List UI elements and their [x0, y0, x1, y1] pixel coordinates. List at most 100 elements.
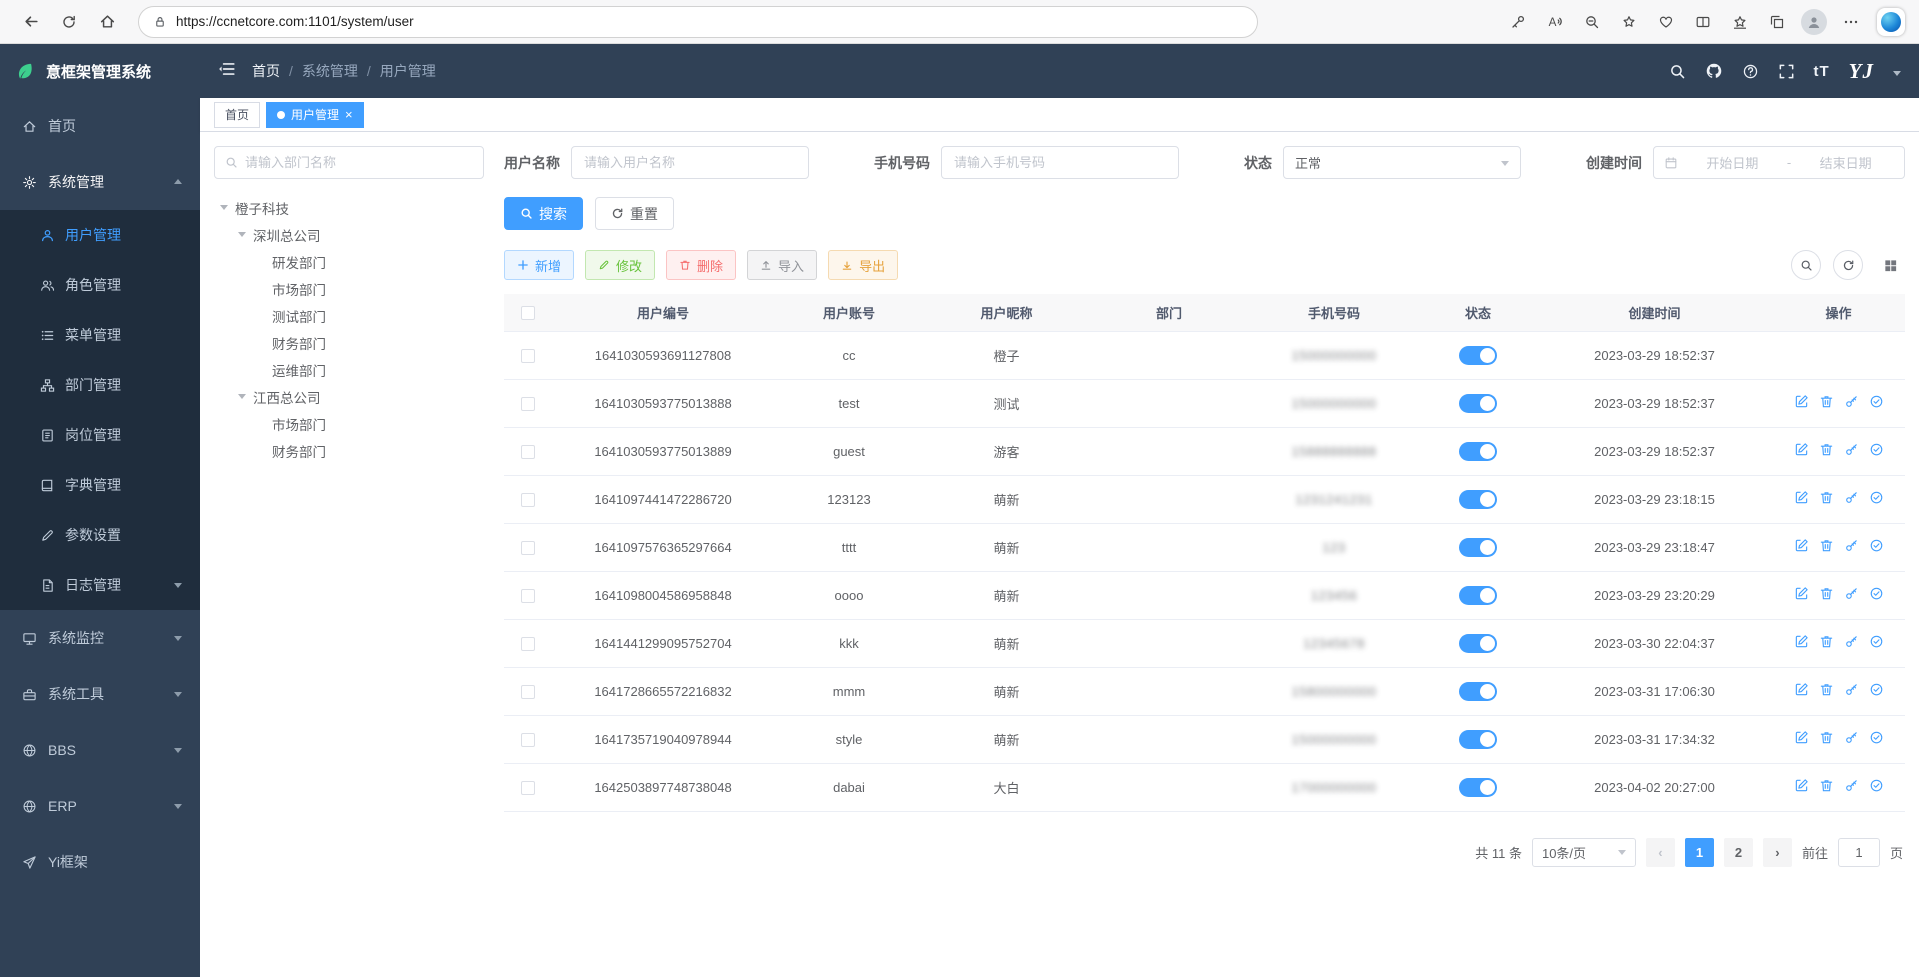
- browser-refresh-button[interactable]: [52, 6, 86, 38]
- tree-node[interactable]: 研发部门: [214, 248, 484, 275]
- sidebar-item-dept-mgmt[interactable]: 部门管理: [0, 360, 200, 410]
- tree-node[interactable]: 深圳总公司: [214, 221, 484, 248]
- user-dropdown-caret-icon[interactable]: [1893, 71, 1901, 80]
- delete-button[interactable]: 删除: [666, 250, 736, 280]
- sidebar-item-tools[interactable]: 系统工具: [0, 666, 200, 722]
- edit-button[interactable]: 修改: [585, 250, 655, 280]
- sidebar-item-erp[interactable]: ERP: [0, 778, 200, 834]
- toggle-search-button[interactable]: [1791, 250, 1821, 280]
- browser-essentials-icon[interactable]: [1649, 6, 1683, 38]
- row-checkbox[interactable]: [521, 685, 535, 699]
- row-edit-button[interactable]: [1794, 682, 1809, 697]
- row-delete-button[interactable]: [1819, 394, 1834, 409]
- tab-user-mgmt[interactable]: 用户管理 ×: [266, 102, 364, 128]
- caret-down-icon[interactable]: [238, 394, 246, 399]
- breadcrumb-item-system[interactable]: 系统管理: [302, 61, 358, 81]
- row-checkbox[interactable]: [521, 397, 535, 411]
- row-reset-password-button[interactable]: [1844, 442, 1859, 457]
- status-toggle[interactable]: [1459, 538, 1497, 557]
- split-screen-icon[interactable]: [1686, 6, 1720, 38]
- row-assign-role-button[interactable]: [1869, 730, 1884, 745]
- column-settings-button[interactable]: [1875, 250, 1905, 280]
- row-edit-button[interactable]: [1794, 634, 1809, 649]
- row-delete-button[interactable]: [1819, 586, 1834, 601]
- row-reset-password-button[interactable]: [1844, 490, 1859, 505]
- row-delete-button[interactable]: [1819, 778, 1834, 793]
- tree-node[interactable]: 市场部门: [214, 275, 484, 302]
- page-button-2[interactable]: 2: [1724, 838, 1753, 867]
- browser-back-button[interactable]: [14, 6, 48, 38]
- sidebar-item-system[interactable]: 系统管理: [0, 154, 200, 210]
- row-assign-role-button[interactable]: [1869, 586, 1884, 601]
- favorites-icon[interactable]: [1612, 6, 1646, 38]
- tree-node[interactable]: 运维部门: [214, 356, 484, 383]
- row-reset-password-button[interactable]: [1844, 682, 1859, 697]
- date-range-picker[interactable]: 开始日期 - 结束日期: [1653, 146, 1905, 179]
- prev-page-button[interactable]: ‹: [1646, 838, 1675, 867]
- phone-input[interactable]: [941, 146, 1179, 179]
- status-toggle[interactable]: [1459, 586, 1497, 605]
- row-delete-button[interactable]: [1819, 538, 1834, 553]
- sidebar-item-user-mgmt[interactable]: 用户管理: [0, 210, 200, 260]
- row-reset-password-button[interactable]: [1844, 586, 1859, 601]
- tree-node[interactable]: 财务部门: [214, 437, 484, 464]
- row-assign-role-button[interactable]: [1869, 682, 1884, 697]
- user-logo[interactable]: YJ: [1849, 59, 1874, 84]
- sidebar-toggle[interactable]: [218, 60, 236, 83]
- sidebar-item-bbs[interactable]: BBS: [0, 722, 200, 778]
- zoom-icon[interactable]: [1575, 6, 1609, 38]
- row-edit-button[interactable]: [1794, 490, 1809, 505]
- breadcrumb-item-home[interactable]: 首页: [252, 61, 280, 81]
- row-edit-button[interactable]: [1794, 730, 1809, 745]
- profile-avatar[interactable]: [1797, 6, 1831, 38]
- tree-node[interactable]: 财务部门: [214, 329, 484, 356]
- search-button[interactable]: 搜索: [504, 197, 583, 230]
- row-checkbox[interactable]: [521, 781, 535, 795]
- status-toggle[interactable]: [1459, 490, 1497, 509]
- github-icon[interactable]: [1705, 62, 1723, 80]
- row-edit-button[interactable]: [1794, 538, 1809, 553]
- status-toggle[interactable]: [1459, 682, 1497, 701]
- sidebar-item-yi-framework[interactable]: Yi框架: [0, 834, 200, 890]
- page-button-1[interactable]: 1: [1685, 838, 1714, 867]
- select-all-checkbox[interactable]: [521, 306, 535, 320]
- browser-more-icon[interactable]: [1834, 6, 1868, 38]
- sidebar-item-home[interactable]: 首页: [0, 98, 200, 154]
- refresh-list-button[interactable]: [1833, 250, 1863, 280]
- status-toggle[interactable]: [1459, 634, 1497, 653]
- row-reset-password-button[interactable]: [1844, 634, 1859, 649]
- address-bar[interactable]: https://ccnetcore.com:1101/system/user: [138, 6, 1258, 38]
- caret-down-icon[interactable]: [238, 232, 246, 237]
- reset-button[interactable]: 重置: [595, 197, 674, 230]
- next-page-button[interactable]: ›: [1763, 838, 1792, 867]
- row-edit-button[interactable]: [1794, 442, 1809, 457]
- row-edit-button[interactable]: [1794, 586, 1809, 601]
- read-aloud-icon[interactable]: A: [1538, 6, 1572, 38]
- dept-search-input[interactable]: [245, 155, 473, 170]
- row-assign-role-button[interactable]: [1869, 394, 1884, 409]
- row-delete-button[interactable]: [1819, 730, 1834, 745]
- copilot-bing-icon[interactable]: [1877, 8, 1905, 36]
- fullscreen-icon[interactable]: [1778, 63, 1795, 80]
- row-edit-button[interactable]: [1794, 394, 1809, 409]
- password-key-icon[interactable]: [1501, 6, 1535, 38]
- row-assign-role-button[interactable]: [1869, 538, 1884, 553]
- row-reset-password-button[interactable]: [1844, 778, 1859, 793]
- sidebar-item-menu-mgmt[interactable]: 菜单管理: [0, 310, 200, 360]
- row-delete-button[interactable]: [1819, 682, 1834, 697]
- username-input[interactable]: [571, 146, 809, 179]
- sidebar-item-role-mgmt[interactable]: 角色管理: [0, 260, 200, 310]
- status-toggle[interactable]: [1459, 346, 1497, 365]
- favorites-bar-icon[interactable]: [1723, 6, 1757, 38]
- row-checkbox[interactable]: [521, 733, 535, 747]
- row-delete-button[interactable]: [1819, 634, 1834, 649]
- row-checkbox[interactable]: [521, 445, 535, 459]
- caret-down-icon[interactable]: [220, 205, 228, 210]
- export-button[interactable]: 导出: [828, 250, 898, 280]
- row-edit-button[interactable]: [1794, 778, 1809, 793]
- row-reset-password-button[interactable]: [1844, 394, 1859, 409]
- row-assign-role-button[interactable]: [1869, 490, 1884, 505]
- row-delete-button[interactable]: [1819, 442, 1834, 457]
- row-checkbox[interactable]: [521, 541, 535, 555]
- tree-node[interactable]: 橙子科技: [214, 194, 484, 221]
